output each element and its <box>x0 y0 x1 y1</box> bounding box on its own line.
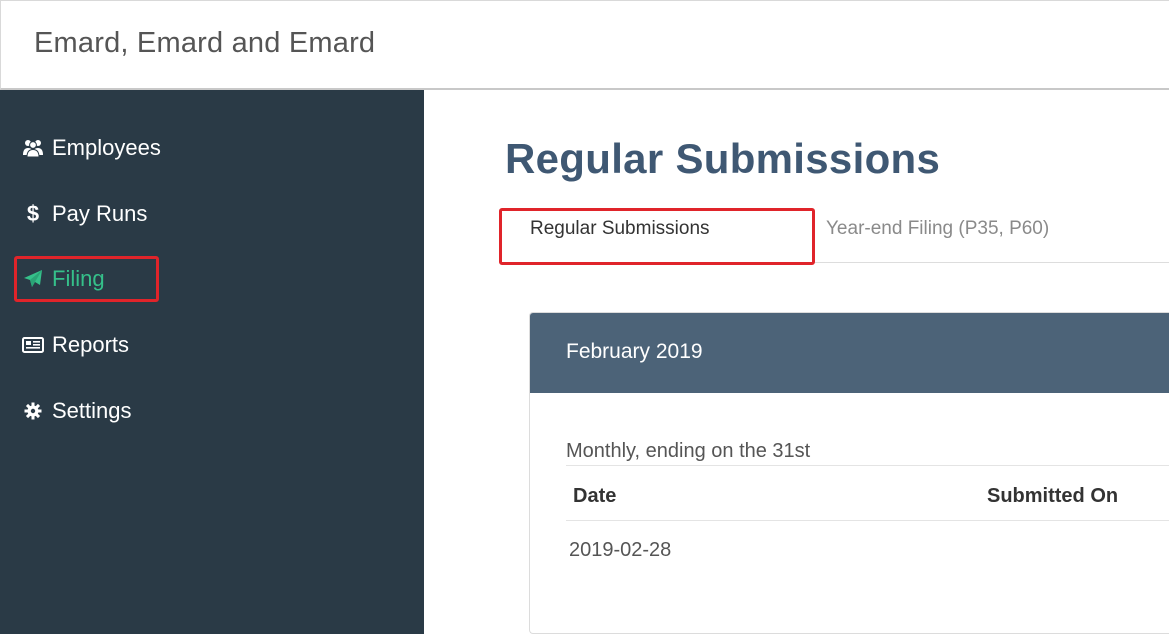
gear-icon <box>22 400 44 422</box>
column-header-submitted-on: Submitted On <box>987 485 1119 507</box>
tab-regular-submissions[interactable]: Regular Submissions <box>530 218 710 240</box>
users-icon <box>22 137 44 159</box>
sidebar-item-pay-runs[interactable]: $ Pay Runs <box>22 197 148 231</box>
page-title: Regular Submissions <box>505 135 941 182</box>
app-window: Emard, Emard and Emard Employees $ Pay R… <box>0 0 1169 634</box>
table-divider <box>566 465 1169 466</box>
tab-year-end-filing[interactable]: Year-end Filing (P35, P60) <box>826 218 1049 240</box>
dollar-icon: $ <box>26 201 40 226</box>
company-name: Emard, Emard and Emard <box>34 27 376 59</box>
main-content: Regular Submissions Regular Submissions … <box>424 90 1169 634</box>
panel-header: February 2019 <box>530 313 1169 393</box>
table-divider <box>566 520 1169 521</box>
sidebar-item-label: Reports <box>52 332 130 357</box>
sidebar-item-label: Pay Runs <box>52 201 148 226</box>
sidebar-item-label: Employees <box>52 135 161 160</box>
column-header-date: Date <box>573 485 617 507</box>
sidebar-item-employees[interactable]: Employees <box>22 131 161 165</box>
sidebar-item-label: Settings <box>52 398 132 423</box>
panel-period-title: February 2019 <box>566 340 703 363</box>
tabs-divider <box>815 262 1169 263</box>
table-row-date[interactable]: 2019-02-28 <box>569 539 671 562</box>
report-card-icon <box>22 334 44 356</box>
filing-highlight-box <box>14 256 159 302</box>
top-header: Emard, Emard and Emard <box>0 0 1169 90</box>
sidebar-item-reports[interactable]: Reports <box>22 328 129 362</box>
sidebar-item-settings[interactable]: Settings <box>22 394 132 428</box>
submission-panel: February 2019 Monthly, ending on the 31s… <box>529 312 1169 634</box>
pay-schedule-text: Monthly, ending on the 31st <box>566 440 811 462</box>
sidebar: Employees $ Pay Runs Filing Reports Sett… <box>0 90 424 634</box>
